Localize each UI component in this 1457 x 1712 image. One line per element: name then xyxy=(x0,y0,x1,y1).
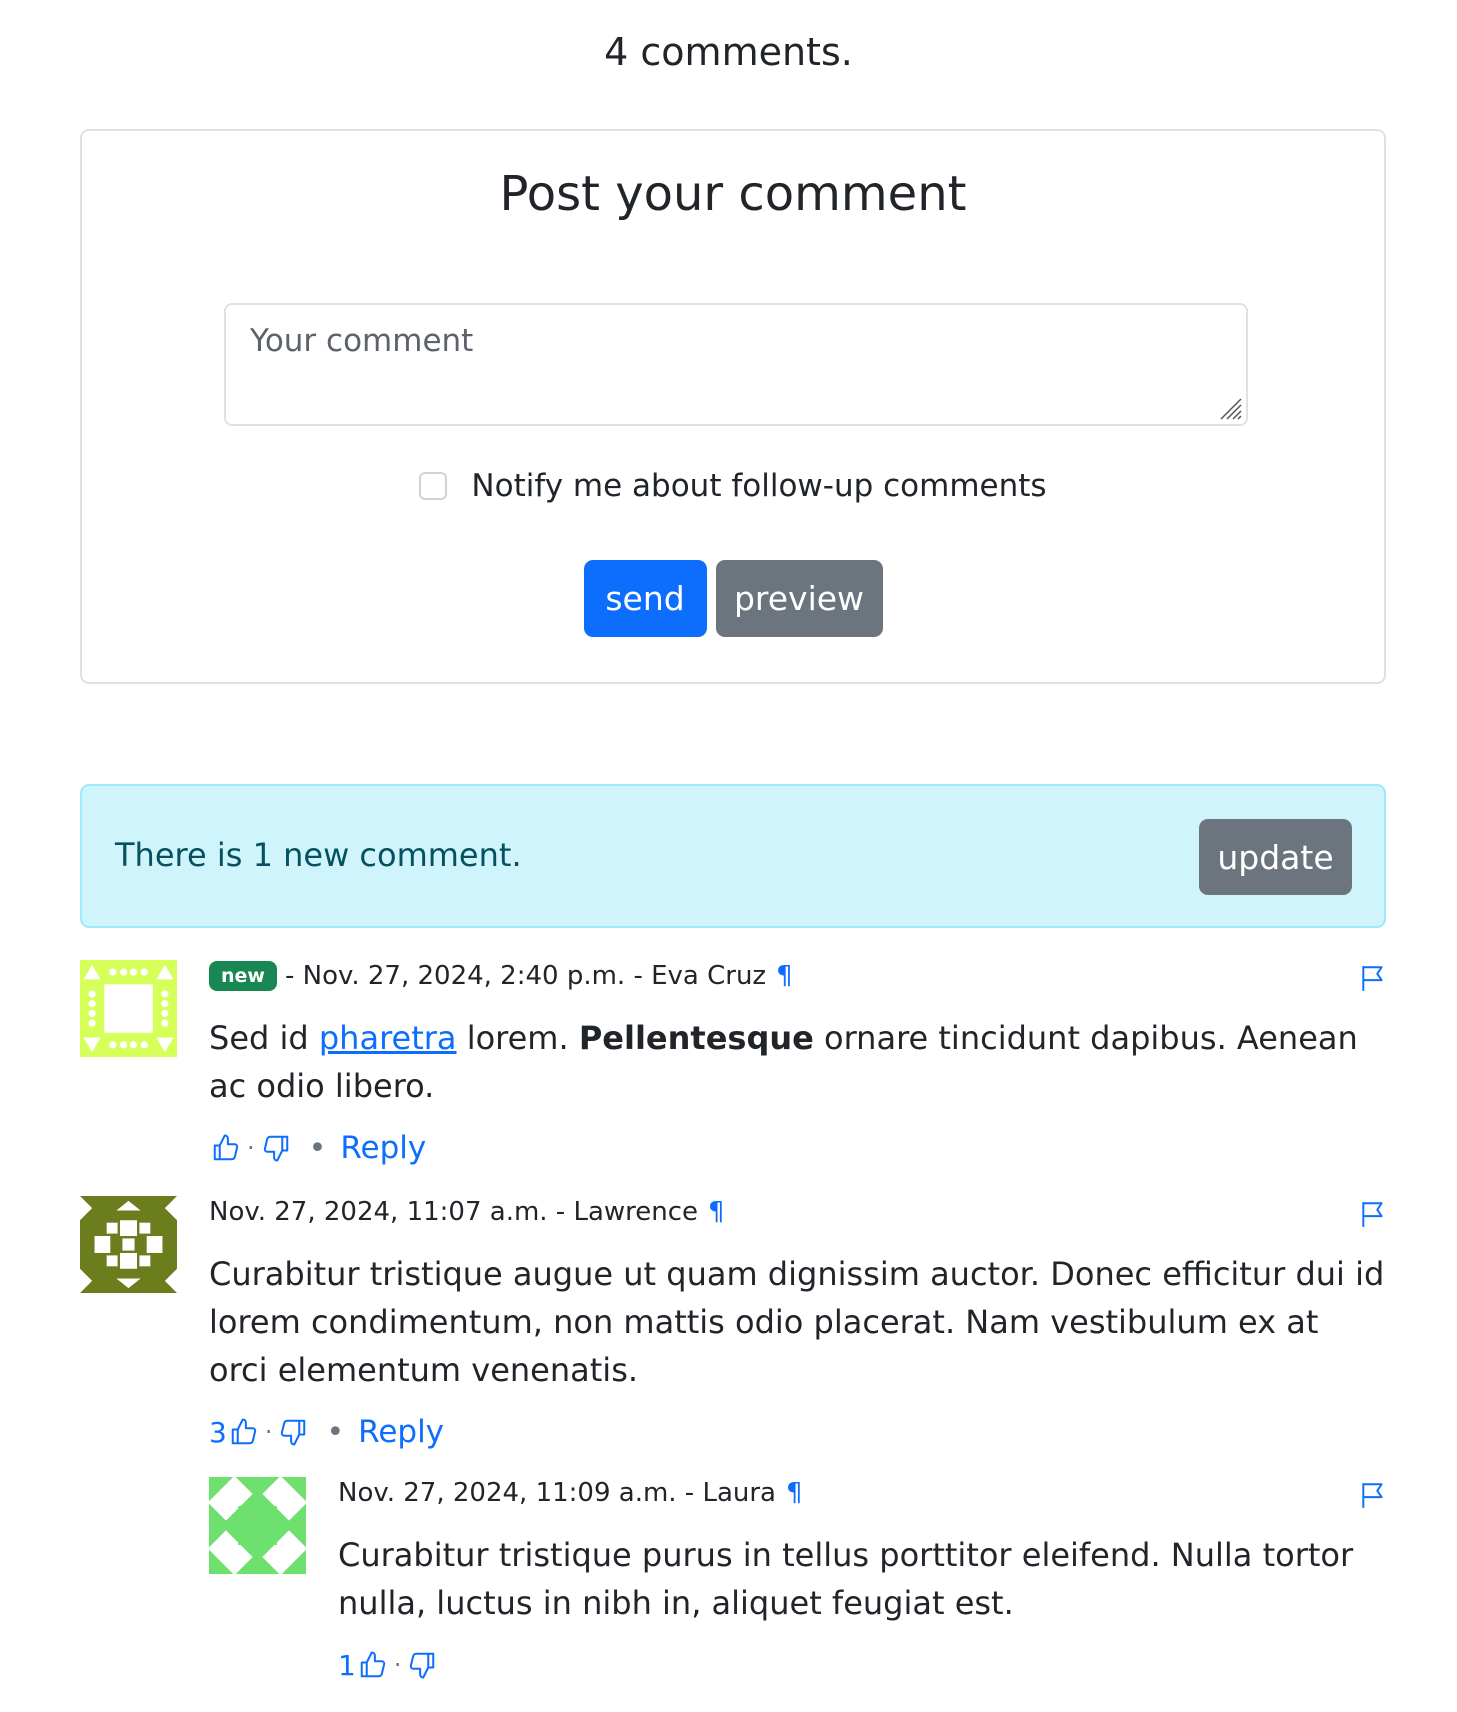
comment-text-part: lorem. xyxy=(456,1019,579,1057)
update-button[interactable]: update xyxy=(1199,819,1352,895)
thumbs-up-icon[interactable] xyxy=(229,1417,259,1447)
form-title: Post your comment xyxy=(499,166,967,222)
flag-icon[interactable] xyxy=(1360,1200,1386,1228)
likes-count: 3 xyxy=(209,1415,227,1449)
new-comments-alert: There is 1 new comment. update xyxy=(80,784,1386,928)
notify-checkbox[interactable] xyxy=(419,472,448,500)
comment-body: Nov. 27, 2024, 11:07 a.m. - Lawrence ¶ C… xyxy=(209,1196,1386,1452)
avatar xyxy=(209,1477,306,1574)
comment-actions: 1 · xyxy=(338,1645,1386,1685)
thumbs-down-icon[interactable] xyxy=(278,1417,308,1447)
permalink-icon[interactable]: ¶ xyxy=(786,1478,803,1508)
send-button[interactable]: send xyxy=(583,560,707,637)
separator: · xyxy=(393,1651,402,1679)
separator: • xyxy=(326,1414,345,1450)
comment-actions: 3 · • Reply xyxy=(209,1412,1386,1452)
comment-text: Curabitur tristique augue ut quam dignis… xyxy=(209,1255,1385,1389)
flag-icon[interactable] xyxy=(1360,964,1386,992)
textarea-placeholder: Your comment xyxy=(250,323,474,359)
comment-meta: new - Nov. 27, 2024, 2:40 p.m. - Eva Cru… xyxy=(209,960,1386,992)
notify-row: Notify me about follow-up comments xyxy=(82,461,1384,511)
flag-icon[interactable] xyxy=(1360,1481,1386,1509)
avatar xyxy=(80,1196,177,1293)
preview-button[interactable]: preview xyxy=(715,560,883,637)
comment-form: Post your comment Your comment Notify me… xyxy=(80,129,1386,684)
comment-date-author: Nov. 27, 2024, 11:07 a.m. - Lawrence xyxy=(209,1197,699,1227)
comment-date-author: Nov. 27, 2024, 11:09 a.m. - Laura xyxy=(338,1478,776,1508)
comment-bold: Pellentesque xyxy=(578,1019,814,1057)
comment-text: Sed id pharetra lorem. Pellentesque orna… xyxy=(209,1014,1386,1110)
comment-text-part: Sed id xyxy=(209,1019,319,1057)
separator: · xyxy=(264,1418,273,1446)
comments-section: 4 comments. Post your comment Your comme… xyxy=(0,0,1457,1712)
comment-meta: Nov. 27, 2024, 11:09 a.m. - Laura ¶ xyxy=(338,1477,1386,1509)
resize-grip-icon[interactable] xyxy=(1217,395,1243,421)
thumbs-up-icon[interactable] xyxy=(211,1133,241,1163)
comment-body: Nov. 27, 2024, 11:09 a.m. - Laura ¶ Cura… xyxy=(338,1477,1386,1685)
comment-body: new - Nov. 27, 2024, 2:40 p.m. - Eva Cru… xyxy=(209,960,1386,1168)
likes-count: 1 xyxy=(338,1648,356,1682)
thumbs-down-icon[interactable] xyxy=(261,1133,291,1163)
comment-link[interactable]: pharetra xyxy=(319,1019,457,1057)
reply-link[interactable]: Reply xyxy=(358,1414,444,1450)
notify-label[interactable]: Notify me about follow-up comments xyxy=(471,468,1046,504)
avatar xyxy=(80,960,177,1057)
form-buttons: send preview xyxy=(82,560,1384,637)
comment-actions: · • Reply xyxy=(209,1128,1386,1168)
thumbs-up-icon[interactable] xyxy=(358,1650,388,1680)
separator: • xyxy=(308,1130,327,1166)
comment-meta: Nov. 27, 2024, 11:07 a.m. - Lawrence ¶ xyxy=(209,1196,1386,1228)
permalink-icon[interactable]: ¶ xyxy=(776,961,793,991)
alert-text: There is 1 new comment. xyxy=(115,836,522,874)
permalink-icon[interactable]: ¶ xyxy=(708,1197,725,1227)
comment-text: Curabitur tristique purus in tellus port… xyxy=(338,1536,1354,1622)
new-badge: new xyxy=(209,961,277,991)
thumbs-down-icon[interactable] xyxy=(407,1650,437,1680)
comment-textarea[interactable]: Your comment xyxy=(224,303,1248,426)
reply-link[interactable]: Reply xyxy=(340,1130,426,1166)
separator: · xyxy=(247,1134,255,1162)
comment-date-author: - Nov. 27, 2024, 2:40 p.m. - Eva Cruz xyxy=(284,961,767,991)
comments-count: 4 comments. xyxy=(604,30,853,74)
